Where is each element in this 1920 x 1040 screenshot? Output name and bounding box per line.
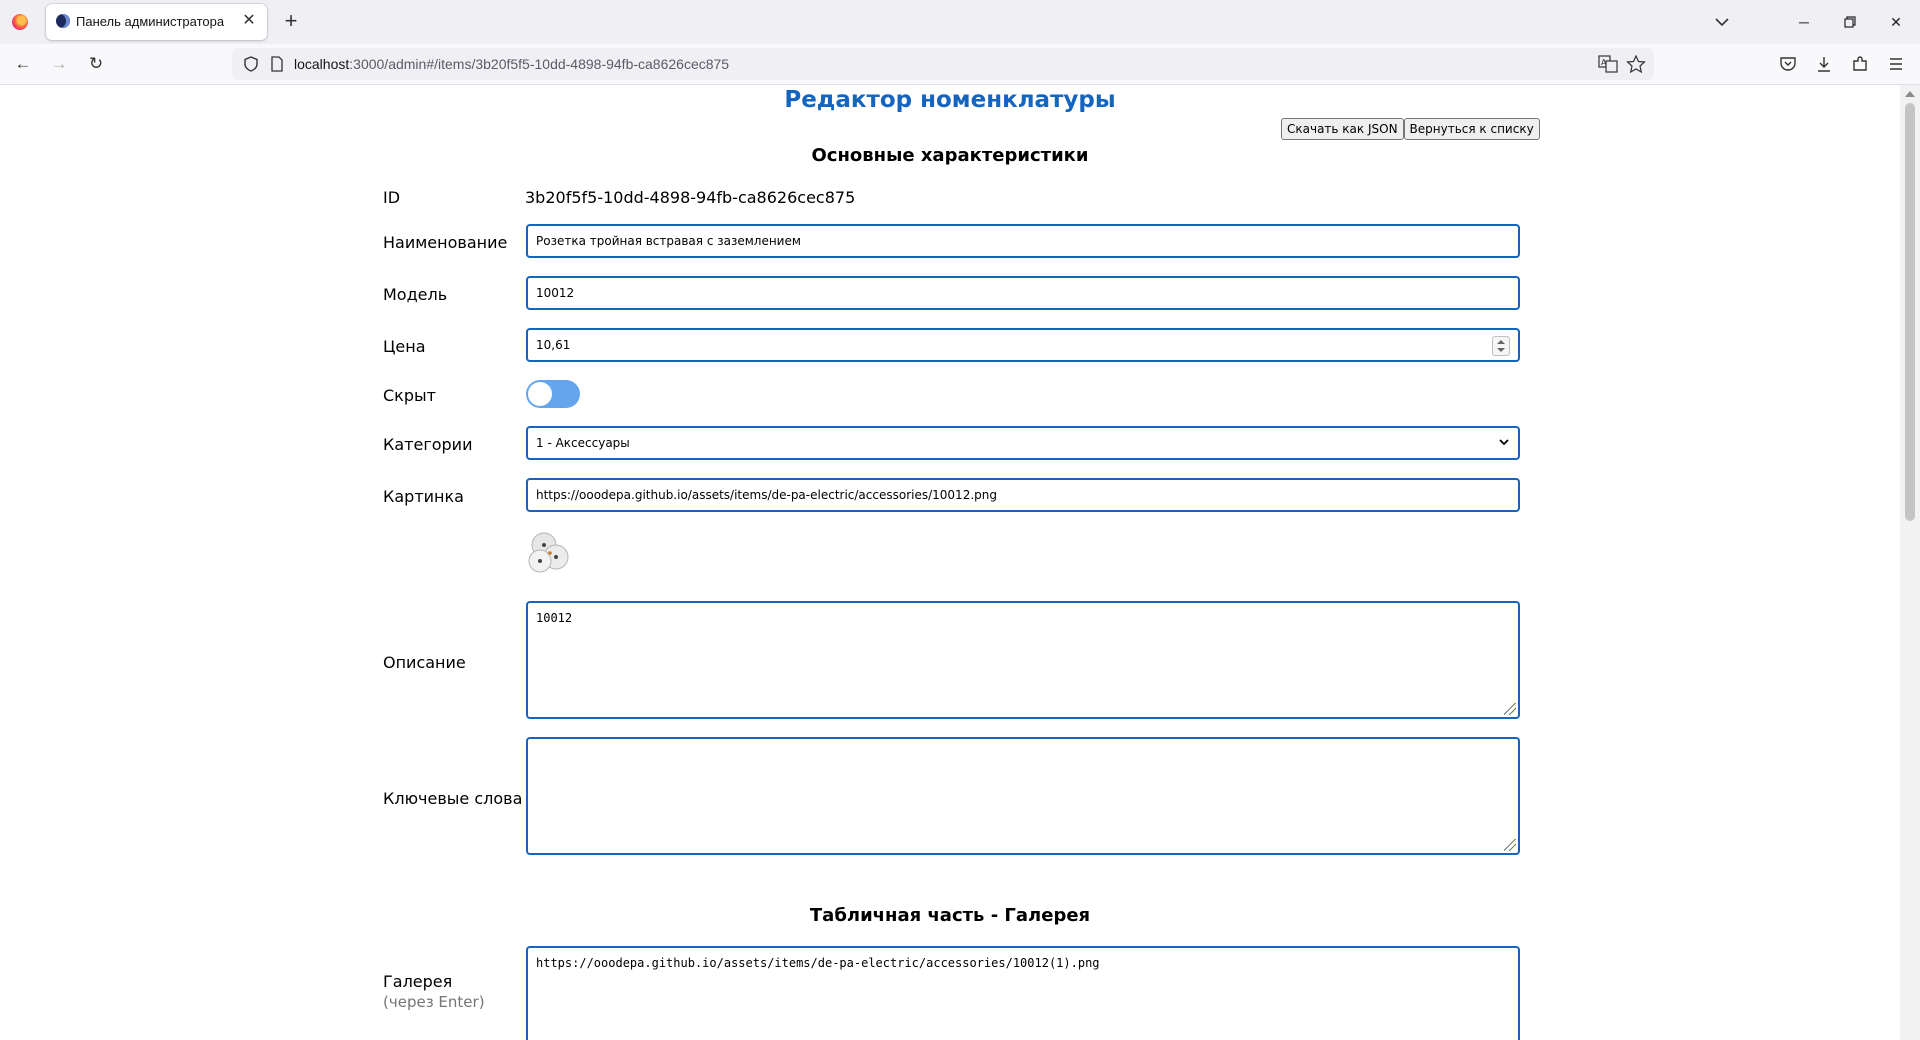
stepper-down-icon[interactable] — [1497, 348, 1505, 352]
download-icon[interactable] — [1814, 54, 1834, 74]
name-input[interactable]: Розетка тройная встравая с заземлением — [526, 224, 1520, 258]
description-textarea[interactable]: 10012 — [526, 601, 1520, 719]
download-json-button[interactable]: Скачать как JSON — [1281, 118, 1404, 140]
stepper-up-icon[interactable] — [1497, 340, 1505, 344]
keywords-label: Ключевые слова — [383, 789, 523, 808]
chevron-down-icon — [1499, 439, 1509, 446]
description-label: Описание — [383, 653, 466, 672]
gallery-value: https://ooodepa.github.io/assets/items/d… — [536, 956, 1100, 970]
resize-grip-icon[interactable] — [1504, 703, 1516, 715]
plus-icon[interactable]: + — [279, 10, 303, 34]
model-label: Модель — [383, 285, 448, 304]
price-input[interactable]: 10,61 — [526, 328, 1520, 362]
product-thumbnail — [528, 532, 569, 573]
toggle-knob — [528, 382, 552, 406]
svg-text:A: A — [1601, 58, 1607, 67]
forward-arrow-icon[interactable]: → — [47, 52, 71, 76]
minimize-icon[interactable]: ─ — [1781, 10, 1827, 34]
keywords-textarea[interactable] — [526, 737, 1520, 855]
extensions-icon[interactable] — [1850, 54, 1870, 74]
tab-title: Панель администратора — [76, 14, 225, 29]
page-viewport: Редактор номенклатуры Скачать как JSON В… — [0, 85, 1900, 1040]
translate-icon[interactable]: A — [1598, 55, 1618, 73]
id-value: 3b20f5f5-10dd-4898-94fb-ca8626cec875 — [525, 188, 856, 207]
description-value: 10012 — [536, 611, 573, 625]
action-buttons: Скачать как JSON Вернуться к списку — [1281, 118, 1540, 140]
resize-grip-icon[interactable] — [1504, 839, 1516, 851]
picture-url-input[interactable]: https://ooodepa.github.io/assets/items/d… — [526, 478, 1520, 512]
hidden-label: Скрыт — [383, 386, 436, 405]
price-label: Цена — [383, 337, 426, 356]
categories-selected-value: 1 - Аксессуары — [536, 436, 630, 450]
close-icon[interactable]: ✕ — [239, 11, 259, 31]
page-icon — [271, 56, 283, 72]
picture-label: Картинка — [383, 487, 464, 506]
pocket-icon[interactable] — [1778, 54, 1798, 74]
categories-select[interactable]: 1 - Аксессуары — [526, 426, 1520, 460]
back-arrow-icon[interactable]: ← — [11, 52, 35, 76]
section-title-main: Основные характеристики — [811, 145, 1089, 166]
name-label: Наименование — [383, 233, 508, 252]
firefox-logo[interactable] — [12, 14, 28, 30]
tab-favicon — [56, 14, 70, 28]
star-icon[interactable] — [1626, 55, 1646, 73]
chevron-down-icon[interactable] — [1710, 12, 1734, 32]
price-stepper[interactable] — [1492, 336, 1510, 356]
price-value: 10,61 — [536, 338, 571, 352]
categories-label: Категории — [383, 435, 473, 454]
scroll-up-arrow-icon[interactable] — [1905, 91, 1915, 97]
close-icon[interactable]: ✕ — [1873, 10, 1919, 34]
scrollbar-thumb[interactable] — [1905, 103, 1915, 521]
shield-icon[interactable] — [242, 55, 260, 73]
gallery-label: Галерея — [383, 972, 453, 991]
page-scrollbar[interactable] — [1900, 85, 1920, 1040]
hidden-toggle[interactable] — [526, 380, 580, 408]
reload-icon[interactable]: ↻ — [84, 52, 108, 76]
tab-strip: Панель администратора ✕ + ─ ✕ — [0, 0, 1920, 44]
menu-icon[interactable] — [1886, 54, 1906, 74]
restore-icon[interactable] — [1827, 10, 1873, 34]
model-input[interactable]: 10012 — [526, 276, 1520, 310]
id-label: ID — [383, 188, 401, 207]
url-text[interactable]: localhost:3000/admin#/items/3b20f5f5-10d… — [294, 56, 729, 72]
tab-admin-panel[interactable]: Панель администратора ✕ — [46, 4, 267, 40]
gallery-hint: (через Enter) — [383, 993, 485, 1011]
navigation-toolbar: ← → ↻ localhost:3000/admin#/items/3b20f5… — [0, 44, 1920, 85]
back-to-list-button[interactable]: Вернуться к списку — [1403, 118, 1540, 140]
section-title-gallery: Табличная часть - Галерея — [809, 905, 1091, 926]
page-title: Редактор номенклатуры — [784, 87, 1116, 113]
gallery-textarea[interactable]: https://ooodepa.github.io/assets/items/d… — [526, 946, 1520, 1040]
address-bar[interactable]: localhost:3000/admin#/items/3b20f5f5-10d… — [232, 48, 1654, 80]
